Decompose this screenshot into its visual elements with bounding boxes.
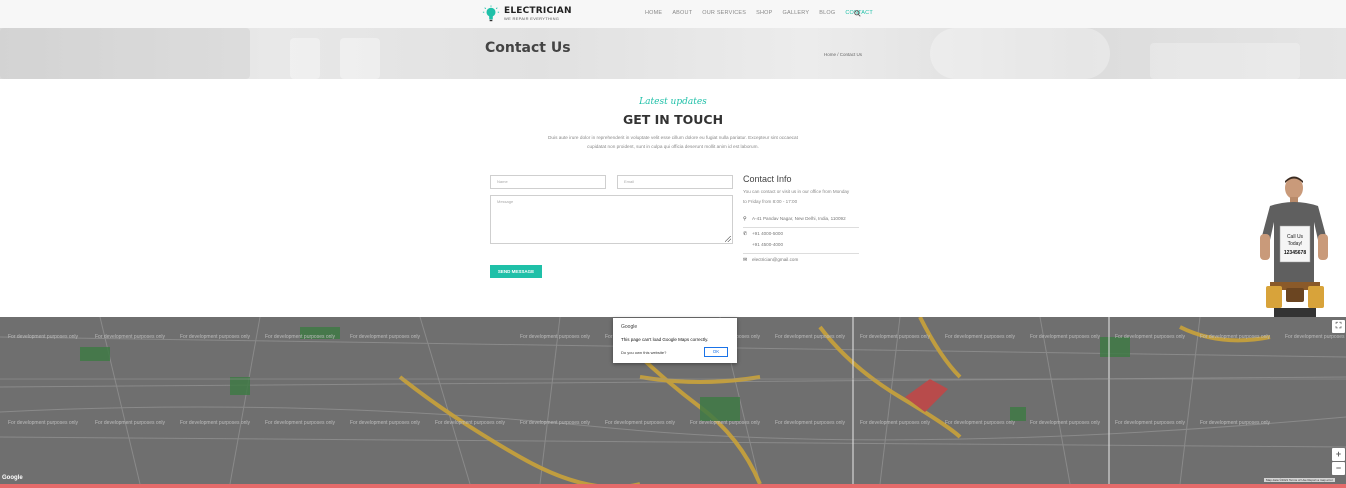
- map-watermark: For development purposes only: [860, 420, 931, 426]
- message-placeholder: Message: [497, 199, 514, 204]
- page-banner: Contact Us Home / Contact Us: [0, 28, 1346, 79]
- phone-row-2: +91 4500-4000: [743, 242, 859, 250]
- divider: [743, 227, 859, 228]
- map-watermark: For development purposes only: [1030, 334, 1101, 340]
- divider: [743, 253, 859, 254]
- dialog-ok-button[interactable]: OK: [704, 347, 728, 357]
- map-watermark: For development purposes only: [1200, 420, 1271, 426]
- phone-icon: ✆: [743, 231, 748, 237]
- contact-info-text-line-2: to Friday from 8:00 - 17:00: [743, 199, 798, 204]
- mail-icon: ✉: [743, 257, 748, 263]
- map-watermark: For development purposes only: [95, 334, 166, 340]
- map-watermark: For development purposes only: [350, 420, 421, 426]
- resize-handle[interactable]: [725, 236, 731, 242]
- nav-blog[interactable]: BLOG: [819, 10, 835, 16]
- name-field[interactable]: Name: [490, 175, 606, 189]
- dialog-message: This page can't load Google Maps correct…: [621, 337, 709, 342]
- map-watermark: For development purposes only: [775, 420, 846, 426]
- map-attribution[interactable]: Map data ©2021 Terms of Use Report a map…: [1264, 478, 1335, 482]
- map-watermark: For development purposes only: [605, 420, 676, 426]
- dialog-question[interactable]: Do you own this website?: [621, 350, 666, 355]
- logo-tagline: WE REPAIR EVERYTHING: [504, 16, 560, 21]
- section-subtitle: Latest updates: [639, 97, 707, 107]
- map-watermark: For development purposes only: [8, 420, 79, 426]
- section-title: GET IN TOUCH: [622, 112, 724, 127]
- nav-home[interactable]: HOME: [645, 10, 662, 16]
- map-pin-icon: ⚲: [743, 216, 747, 222]
- map-watermark: For development purposes only: [1115, 420, 1186, 426]
- google-logo: Google: [2, 475, 23, 481]
- map-watermark: For development purposes only: [265, 334, 336, 340]
- map-watermark: For development purposes only: [1115, 334, 1186, 340]
- map-watermark: For development purposes only: [1200, 334, 1271, 340]
- site-header: ELECTRICIAN WE REPAIR EVERYTHING HOME AB…: [0, 0, 1346, 28]
- map-watermark: For development purposes only: [8, 334, 79, 340]
- electrician-mascot[interactable]: Call Us Today! 12345678: [1256, 174, 1332, 317]
- zoom-in-button[interactable]: +: [1332, 448, 1345, 461]
- message-field[interactable]: Message: [490, 195, 733, 244]
- page-title: Contact Us: [485, 40, 571, 56]
- zoom-out-button[interactable]: −: [1332, 462, 1345, 475]
- map-watermark: For development purposes only: [945, 334, 1016, 340]
- map-watermark: For development purposes only: [860, 334, 931, 340]
- site-logo[interactable]: ELECTRICIAN WE REPAIR EVERYTHING: [482, 4, 572, 24]
- map-watermark: For development purposes only: [435, 420, 506, 426]
- map-watermark: For development purposes only: [945, 420, 1016, 426]
- maps-error-dialog: Google This page can't load Google Maps …: [613, 318, 737, 363]
- email-field[interactable]: Email: [617, 175, 733, 189]
- breadcrumb: Home / Contact Us: [824, 52, 863, 57]
- search-icon[interactable]: [854, 10, 861, 17]
- map-watermark: For development purposes only: [180, 334, 251, 340]
- fullscreen-button[interactable]: ⛶: [1332, 320, 1345, 333]
- map-watermark: For development purposes only: [690, 420, 761, 426]
- dialog-title: Google: [621, 324, 638, 330]
- map-watermark: For development purposes only: [1285, 334, 1346, 340]
- phone-2: +91 4500-4000: [752, 242, 784, 247]
- address-text: A-41 Pandav Nagar, New Delhi, India, 110…: [752, 216, 846, 221]
- map-watermark: For development purposes only: [520, 334, 591, 340]
- sign-line-1: Call Us: [1287, 234, 1304, 240]
- send-message-button[interactable]: SEND MESSAGE: [490, 265, 542, 278]
- nav-gallery[interactable]: GALLERY: [783, 10, 810, 16]
- nav-about[interactable]: ABOUT: [672, 10, 692, 16]
- lead-line-1: Duis aute irure dolor in reprehenderit i…: [548, 135, 798, 140]
- contact-info-text: You can contact or visit us in our offic…: [743, 187, 863, 207]
- nav-services[interactable]: OUR SERVICES: [702, 10, 746, 16]
- logo-title: ELECTRICIAN: [504, 6, 572, 16]
- footer-bar: [0, 484, 1346, 488]
- map-watermark: For development purposes only: [350, 334, 421, 340]
- contact-info-title: Contact Info: [743, 174, 792, 184]
- phone-1: +91 4000-5000: [752, 231, 784, 236]
- lightbulb-icon: [482, 5, 500, 22]
- email-text[interactable]: electrician@gmail.com: [752, 257, 798, 262]
- sign-line-2: Today!: [1288, 241, 1303, 247]
- map-watermark: For development purposes only: [95, 420, 166, 426]
- contact-info-text-line-1: You can contact or visit us in our offic…: [743, 189, 850, 194]
- sign-number: 12345678: [1284, 250, 1306, 256]
- map-watermark: For development purposes only: [520, 420, 591, 426]
- map-watermark: For development purposes only: [265, 420, 336, 426]
- email-row: ✉ electrician@gmail.com: [743, 257, 859, 265]
- phone-row: ✆ +91 4000-5000: [743, 231, 859, 239]
- map-watermark: For development purposes only: [180, 420, 251, 426]
- address-row: ⚲ A-41 Pandav Nagar, New Delhi, India, 1…: [743, 216, 859, 224]
- map-watermark: For development purposes only: [1030, 420, 1101, 426]
- section-lead: Duis aute irure dolor in reprehenderit i…: [538, 133, 808, 151]
- lead-line-2: cupidatat non proident, sunt in culpa qu…: [587, 144, 759, 149]
- main-nav: HOME ABOUT OUR SERVICES SHOP GALLERY BLO…: [645, 10, 883, 16]
- nav-shop[interactable]: SHOP: [756, 10, 772, 16]
- map-watermark: For development purposes only: [775, 334, 846, 340]
